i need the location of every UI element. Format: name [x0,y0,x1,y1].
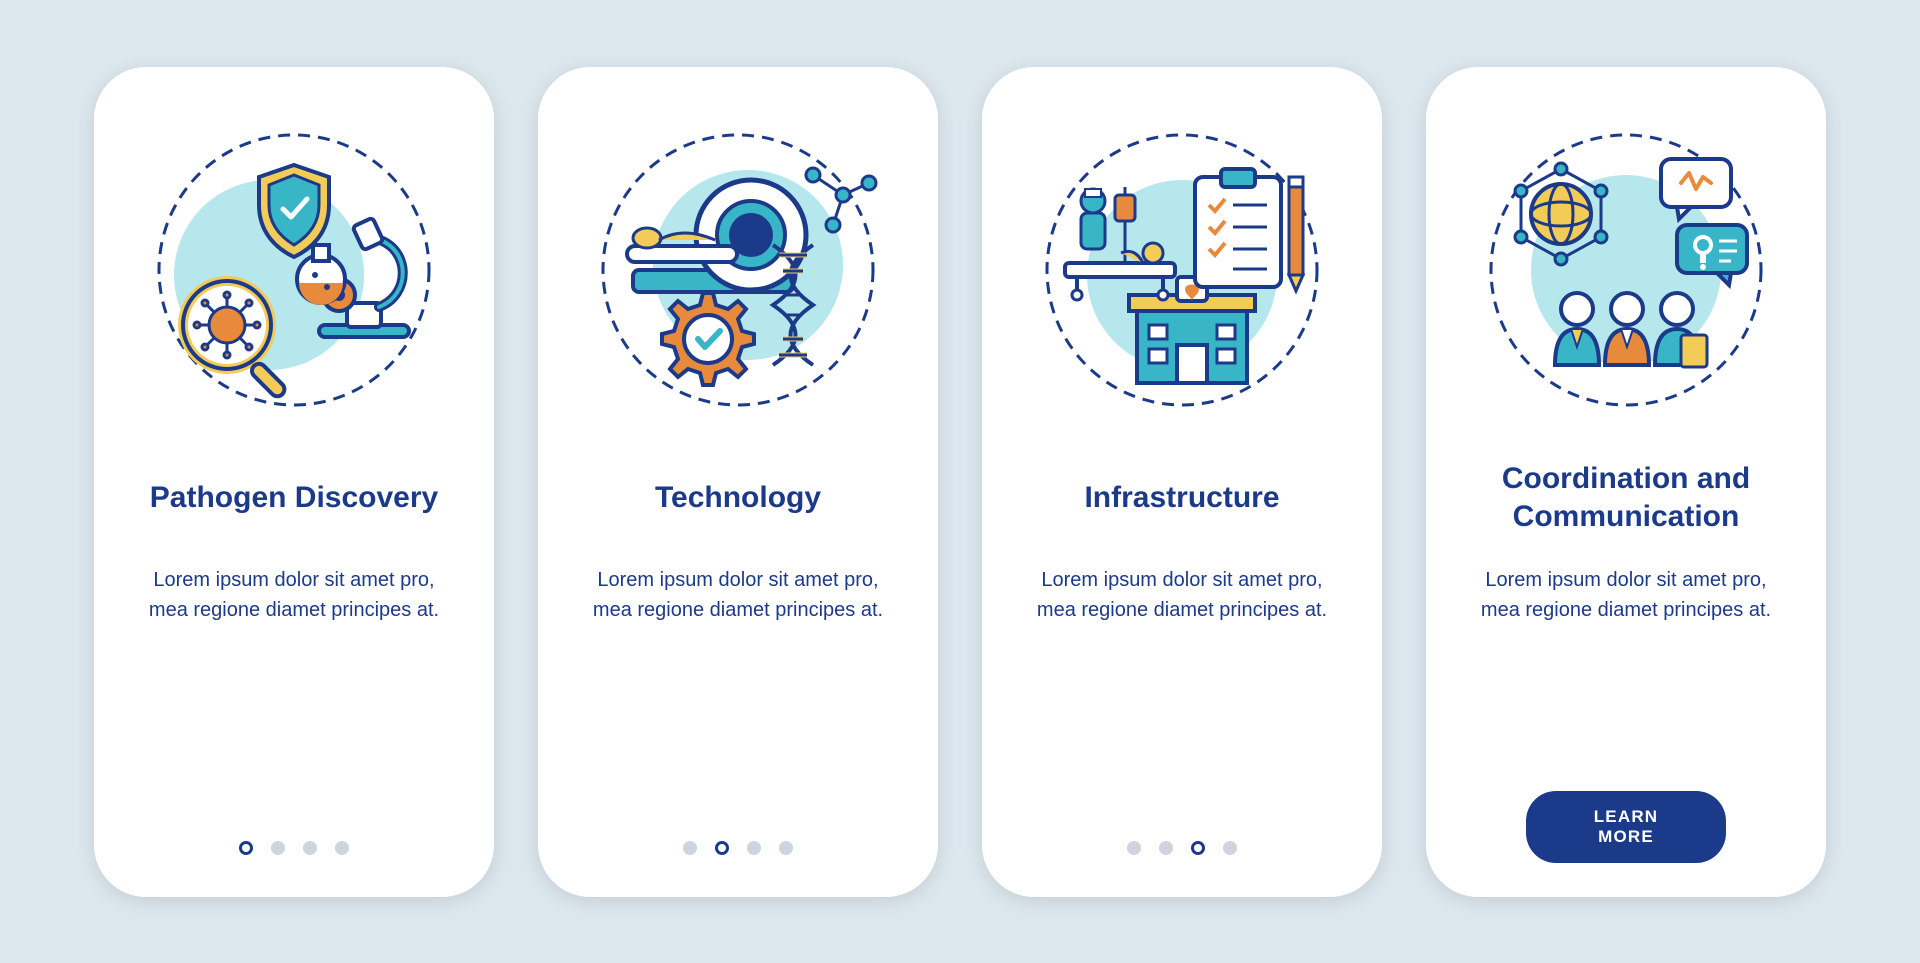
dot-1[interactable] [239,841,253,855]
dot-1[interactable] [683,841,697,855]
onboarding-screen-3: Infrastructure Lorem ipsum dolor sit ame… [982,67,1382,897]
dot-3[interactable] [747,841,761,855]
onboarding-screen-4: Coordination and Communication Lorem ips… [1426,67,1826,897]
onboarding-screen-2: Technology Lorem ipsum dolor sit amet pr… [538,67,938,897]
dot-4[interactable] [1223,841,1237,855]
screen-title: Pathogen Discovery [150,459,438,537]
dot-2[interactable] [715,841,729,855]
screen-title: Coordination and Communication [1462,459,1790,537]
onboarding-deck: Pathogen Discovery Lorem ipsum dolor sit… [94,67,1826,897]
dot-3[interactable] [1191,841,1205,855]
screen-description: Lorem ipsum dolor sit amet pro, mea regi… [574,565,902,625]
coordination-illustration [1481,125,1771,415]
page-indicator [982,841,1382,855]
screen-description: Lorem ipsum dolor sit amet pro, mea regi… [130,565,458,625]
technology-illustration [593,125,883,415]
screen-description: Lorem ipsum dolor sit amet pro, mea regi… [1018,565,1346,625]
dot-3[interactable] [303,841,317,855]
screen-title: Technology [655,459,821,537]
dot-2[interactable] [1159,841,1173,855]
dot-4[interactable] [779,841,793,855]
pathogen-discovery-illustration [149,125,439,415]
screen-title: Infrastructure [1084,459,1279,537]
page-indicator [538,841,938,855]
dot-2[interactable] [271,841,285,855]
dot-4[interactable] [335,841,349,855]
dot-1[interactable] [1127,841,1141,855]
onboarding-screen-1: Pathogen Discovery Lorem ipsum dolor sit… [94,67,494,897]
screen-description: Lorem ipsum dolor sit amet pro, mea regi… [1462,565,1790,625]
page-indicator [94,841,494,855]
infrastructure-illustration [1037,125,1327,415]
learn-more-button[interactable]: LEARN MORE [1526,791,1726,863]
